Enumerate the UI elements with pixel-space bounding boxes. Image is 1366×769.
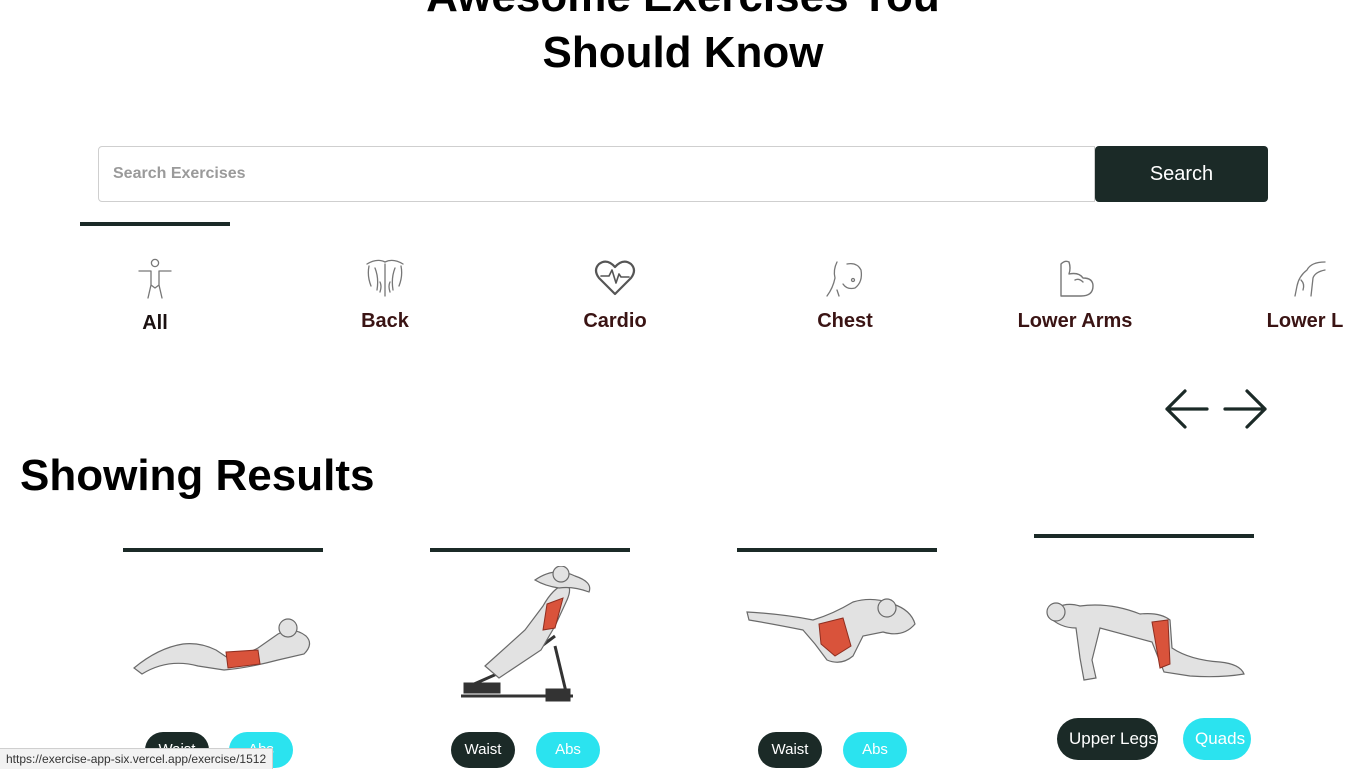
exercise-card[interactable]: Waist Abs [737, 548, 937, 768]
results-heading: Showing Results [20, 451, 375, 500]
back-muscle-icon [366, 259, 404, 297]
search-bar: Search [98, 146, 1268, 202]
card-top-bar [737, 548, 937, 552]
hero-title-line-2: Should Know [542, 28, 824, 77]
category-label: Cardio [583, 310, 647, 332]
body-part-category-strip: All Back Cardio Chest Lower Arms Lower L [0, 220, 1366, 350]
arrow-left-icon[interactable] [1163, 386, 1209, 432]
category-chest[interactable]: Chest [770, 220, 920, 350]
category-back[interactable]: Back [310, 220, 460, 350]
category-label: Chest [817, 310, 873, 332]
category-label: Back [361, 310, 409, 332]
person-icon [138, 258, 172, 299]
chest-icon [826, 261, 863, 297]
tag-body-part[interactable]: Waist [758, 732, 822, 768]
category-all[interactable]: All [80, 220, 230, 350]
card-top-bar [430, 548, 630, 552]
heart-pulse-icon [594, 260, 636, 296]
category-scroll-controls [1163, 386, 1269, 432]
kneeling-illustration [1046, 602, 1245, 681]
category-lower-arms[interactable]: Lower Arms [1000, 220, 1150, 350]
card-top-bar [123, 548, 323, 552]
search-input[interactable] [98, 146, 1095, 202]
leg-icon [1294, 261, 1326, 297]
exercise-card[interactable]: Waist Abs [123, 548, 323, 768]
card-top-bar [1034, 534, 1254, 538]
crunch-illustration [133, 618, 311, 675]
category-label: Lower Arms [1017, 310, 1133, 332]
search-button[interactable]: Search [1095, 146, 1268, 202]
tag-target-muscle[interactable]: Abs [843, 732, 907, 768]
tag-target-muscle[interactable]: Abs [536, 732, 600, 768]
category-lower-legs[interactable]: Lower L [1230, 220, 1366, 350]
hero-title-line-1: Awesome Exercises You [0, 0, 1366, 24]
status-bar-url: https://exercise-app-six.vercel.app/exer… [0, 748, 274, 769]
tag-target-muscle[interactable]: Quads [1183, 718, 1251, 760]
active-category-indicator [80, 222, 230, 226]
category-cardio[interactable]: Cardio [540, 220, 690, 350]
category-label: All [142, 312, 168, 334]
tag-body-part[interactable]: Waist [451, 732, 515, 768]
arrow-right-icon[interactable] [1223, 386, 1269, 432]
v-crunch-illustration [746, 598, 916, 663]
arm-icon [1060, 260, 1094, 297]
exercise-card[interactable]: Waist Abs [430, 548, 630, 768]
incline-situp-illustration [461, 566, 591, 702]
exercise-card[interactable]: Upper Legs Quads [1034, 534, 1254, 768]
tag-body-part[interactable]: Upper Legs [1057, 718, 1158, 760]
category-label: Lower L [1266, 310, 1344, 332]
